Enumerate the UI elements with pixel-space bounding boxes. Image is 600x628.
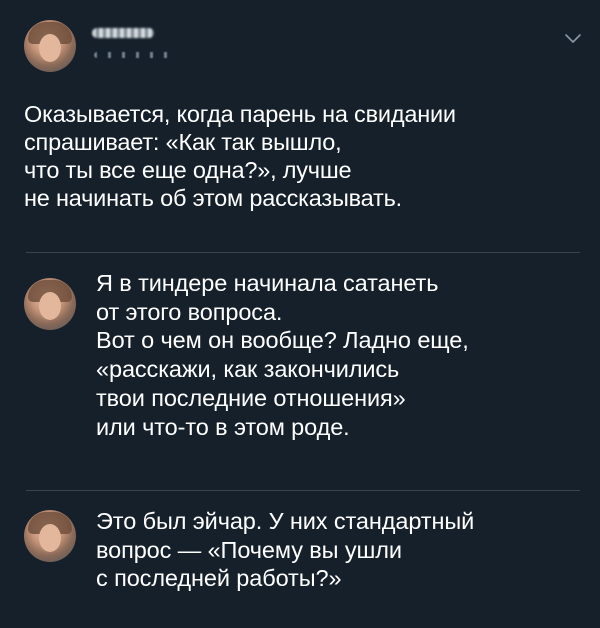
tweet-text: Оказывается, когда парень на свидании сп… — [24, 101, 456, 211]
divider — [26, 490, 580, 491]
author-avatar[interactable] — [24, 20, 76, 72]
tweet-header — [24, 18, 583, 78]
reply-text: Я в тиндере начинала сатанеть от этого в… — [96, 270, 469, 440]
reply-text: Это был эйчар. У них стандартный вопрос … — [96, 508, 475, 592]
avatar-face — [39, 292, 61, 320]
author-handle-blurred — [94, 52, 172, 58]
author-name-blurred[interactable] — [92, 28, 154, 38]
reply-avatar[interactable] — [24, 510, 76, 562]
avatar-face — [39, 524, 61, 552]
reply-avatar[interactable] — [24, 278, 76, 330]
avatar-face — [39, 34, 61, 62]
chevron-down-icon[interactable] — [563, 28, 583, 48]
divider — [26, 252, 580, 253]
